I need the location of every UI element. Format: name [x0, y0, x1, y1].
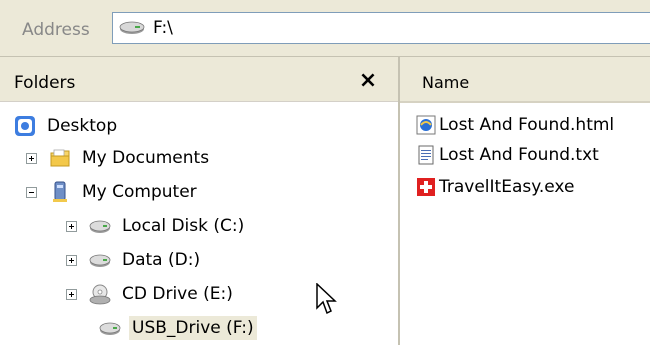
folders-pane: Folders × Desktop My Documents My Comput…	[0, 57, 400, 345]
files-pane: Name Lost And Found.html Lost And Found.…	[400, 57, 650, 345]
hard-drive-icon	[89, 254, 111, 267]
mouse-cursor-icon	[316, 283, 337, 315]
expand-icon[interactable]	[66, 288, 77, 300]
tree-item-label: My Documents	[82, 148, 210, 168]
tree-item-cd-drive[interactable]: CD Drive (E:)	[66, 277, 236, 311]
tree-item-label: Desktop	[47, 116, 118, 136]
drive-icon	[119, 21, 145, 34]
column-header-name[interactable]: Name	[400, 57, 650, 103]
hard-drive-icon	[89, 220, 111, 233]
tree-item-my-computer[interactable]: My Computer	[26, 175, 200, 209]
expand-icon[interactable]	[66, 254, 77, 266]
tree-item-data[interactable]: Data (D:)	[66, 243, 203, 277]
address-label: Address	[22, 20, 90, 40]
tree-item-label: USB_Drive (F:)	[129, 316, 257, 340]
tree-item-my-documents[interactable]: My Documents	[26, 141, 212, 175]
tree-item-label: My Computer	[82, 182, 197, 202]
tree-item-desktop[interactable]: Desktop	[14, 109, 120, 143]
folders-title: Folders	[14, 73, 76, 93]
file-name: Lost And Found.txt	[439, 145, 599, 165]
exe-file-icon	[417, 178, 435, 196]
tree-item-usb-drive[interactable]: USB_Drive (F:)	[99, 311, 257, 345]
computer-icon	[53, 181, 67, 202]
tree-item-label: CD Drive (E:)	[122, 284, 233, 304]
cd-drive-icon	[89, 284, 111, 305]
column-header-label: Name	[422, 73, 470, 92]
file-row-html[interactable]: Lost And Found.html	[416, 111, 614, 139]
folder-icon	[50, 149, 70, 167]
expand-icon[interactable]	[66, 220, 77, 232]
file-name: Lost And Found.html	[439, 115, 615, 135]
html-file-icon	[416, 115, 436, 135]
file-row-exe[interactable]: TravelItEasy.exe	[416, 173, 574, 201]
file-row-txt[interactable]: Lost And Found.txt	[416, 141, 599, 169]
tree-item-local-disk[interactable]: Local Disk (C:)	[66, 209, 247, 243]
desktop-icon	[15, 116, 35, 136]
collapse-icon[interactable]	[26, 186, 37, 198]
address-value: F:\	[153, 18, 173, 38]
tree-item-label: Data (D:)	[122, 250, 201, 270]
folders-header: Folders ×	[0, 57, 398, 102]
usb-drive-icon	[99, 322, 121, 335]
text-file-icon	[418, 145, 434, 165]
expand-icon[interactable]	[26, 152, 37, 164]
file-name: TravelItEasy.exe	[439, 177, 575, 197]
tree-item-label: Local Disk (C:)	[122, 216, 245, 236]
close-icon[interactable]: ×	[354, 67, 382, 95]
address-input[interactable]: F:\	[112, 12, 650, 44]
address-bar: Address F:\	[0, 0, 650, 57]
